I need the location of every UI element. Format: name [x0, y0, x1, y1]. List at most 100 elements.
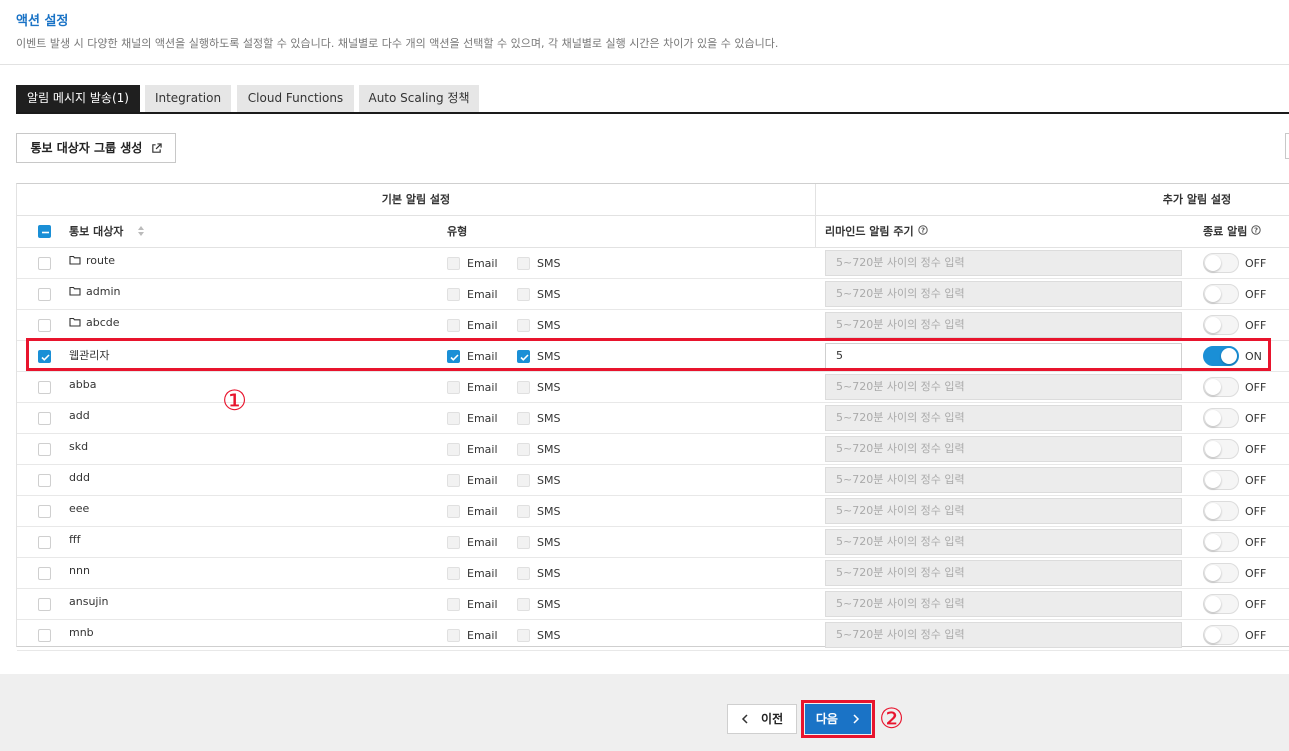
svg-text:?: ? — [1254, 227, 1258, 235]
row-checkbox[interactable] — [38, 257, 51, 270]
previous-label: 이전 — [761, 712, 784, 726]
reminder-interval-input[interactable]: 5~720분 사이의 정수 입력 — [825, 374, 1182, 400]
table-row: fff Email SMS 5~720분 사이의 정수 입력 OFF — [17, 527, 1289, 558]
email-checkbox[interactable] — [447, 505, 460, 518]
chevron-left-icon — [741, 714, 748, 724]
email-checkbox[interactable] — [447, 381, 460, 394]
row-checkbox[interactable] — [38, 412, 51, 425]
row-checkbox[interactable] — [38, 567, 51, 580]
help-icon[interactable]: ? — [917, 225, 928, 235]
email-checkbox[interactable] — [447, 288, 460, 301]
recipient-name-text: abcde — [86, 316, 120, 329]
help-icon[interactable]: ? — [1251, 225, 1262, 235]
page-header: 액션 설정 이벤트 발생 시 다양한 채널의 액션을 실행하도록 설정할 수 있… — [0, 0, 1289, 65]
sms-checkbox[interactable] — [517, 319, 530, 332]
reminder-interval-input[interactable]: 5~720분 사이의 정수 입력 — [825, 591, 1182, 617]
reminder-interval-input[interactable]: 5~720분 사이의 정수 입력 — [825, 560, 1182, 586]
reminder-interval-input[interactable]: 5~720분 사이의 정수 입력 — [825, 467, 1182, 493]
sort-icon[interactable] — [137, 225, 145, 237]
reminder-interval-input[interactable]: 5~720분 사이의 정수 입력 — [825, 436, 1182, 462]
annotation-marker-2: ② — [879, 702, 905, 735]
tab-alert-message[interactable]: 알림 메시지 발송(1) — [16, 85, 140, 112]
recipient-name-text: abba — [69, 378, 97, 391]
end-alert-toggle[interactable] — [1203, 439, 1239, 459]
end-alert-toggle[interactable] — [1203, 501, 1239, 521]
reminder-interval-input[interactable]: 5~720분 사이의 정수 입력 — [825, 622, 1182, 648]
end-alert-toggle[interactable] — [1203, 625, 1239, 645]
tab-auto-scaling[interactable]: Auto Scaling 정책 — [359, 85, 479, 112]
create-recipient-group-button[interactable]: 통보 대상자 그룹 생성 — [16, 133, 176, 163]
reminder-interval-input[interactable]: 5~720분 사이의 정수 입력 — [825, 498, 1182, 524]
end-alert-toggle[interactable] — [1203, 563, 1239, 583]
email-checkbox[interactable] — [447, 319, 460, 332]
row-checkbox[interactable] — [38, 536, 51, 549]
email-label: Email — [467, 598, 498, 611]
table-row: ddd Email SMS 5~720분 사이의 정수 입력 OFF — [17, 465, 1289, 496]
row-checkbox[interactable] — [38, 443, 51, 456]
end-alert-toggle[interactable] — [1203, 377, 1239, 397]
row-checkbox[interactable] — [38, 319, 51, 332]
email-checkbox[interactable] — [447, 598, 460, 611]
column-header-reminder: 리마인드 알림 주기? — [825, 216, 928, 247]
table-row: eee Email SMS 5~720분 사이의 정수 입력 OFF — [17, 496, 1289, 527]
row-checkbox[interactable] — [38, 474, 51, 487]
end-alert-toggle[interactable] — [1203, 532, 1239, 552]
row-checkbox[interactable] — [38, 598, 51, 611]
sms-checkbox[interactable] — [517, 474, 530, 487]
end-alert-toggle[interactable] — [1203, 284, 1239, 304]
sms-checkbox[interactable] — [517, 288, 530, 301]
select-all-checkbox[interactable] — [38, 225, 51, 238]
recipient-name: admin — [69, 285, 120, 298]
reminder-interval-input[interactable]: 5~720분 사이의 정수 입력 — [825, 405, 1182, 431]
table-row: route Email SMS 5~720분 사이의 정수 입력 OFF — [17, 248, 1289, 279]
end-alert-toggle[interactable] — [1203, 253, 1239, 273]
sms-checkbox[interactable] — [517, 443, 530, 456]
sms-checkbox[interactable] — [517, 257, 530, 270]
email-checkbox[interactable] — [447, 567, 460, 580]
recipient-name: fff — [69, 533, 80, 546]
row-checkbox[interactable] — [38, 288, 51, 301]
end-alert-toggle[interactable] — [1203, 315, 1239, 335]
table-row: admin Email SMS 5~720분 사이의 정수 입력 OFF — [17, 279, 1289, 310]
edge-button[interactable] — [1285, 133, 1289, 159]
sms-checkbox[interactable] — [517, 536, 530, 549]
sms-checkbox[interactable] — [517, 505, 530, 518]
end-alert-toggle[interactable] — [1203, 470, 1239, 490]
row-checkbox[interactable] — [38, 629, 51, 642]
table-row: mnb Email SMS 5~720분 사이의 정수 입력 OFF — [17, 620, 1289, 651]
toggle-knob — [1205, 503, 1221, 519]
email-checkbox[interactable] — [447, 474, 460, 487]
reminder-interval-input[interactable]: 5~720분 사이의 정수 입력 — [825, 312, 1182, 338]
create-recipient-group-label: 통보 대상자 그룹 생성 — [30, 141, 143, 155]
row-checkbox[interactable] — [38, 505, 51, 518]
email-label: Email — [467, 319, 498, 332]
email-label: Email — [467, 629, 498, 642]
reminder-interval-input[interactable]: 5~720분 사이의 정수 입력 — [825, 281, 1182, 307]
sms-checkbox[interactable] — [517, 381, 530, 394]
sms-checkbox[interactable] — [517, 567, 530, 580]
toggle-knob — [1205, 534, 1221, 550]
email-checkbox[interactable] — [447, 629, 460, 642]
row-checkbox[interactable] — [38, 381, 51, 394]
previous-button[interactable]: 이전 — [727, 704, 797, 734]
reminder-interval-input[interactable]: 5~720분 사이의 정수 입력 — [825, 529, 1182, 555]
sms-checkbox[interactable] — [517, 598, 530, 611]
recipient-name-text: nnn — [69, 564, 90, 577]
email-checkbox[interactable] — [447, 412, 460, 425]
footer-bar — [0, 674, 1289, 751]
tab-integration[interactable]: Integration — [145, 85, 231, 112]
email-checkbox[interactable] — [447, 443, 460, 456]
email-label: Email — [467, 443, 498, 456]
end-alert-toggle[interactable] — [1203, 408, 1239, 428]
end-alert-toggle[interactable] — [1203, 594, 1239, 614]
toggle-knob — [1205, 286, 1221, 302]
email-checkbox[interactable] — [447, 257, 460, 270]
sms-checkbox[interactable] — [517, 629, 530, 642]
tab-cloud-functions[interactable]: Cloud Functions — [237, 85, 354, 112]
reminder-interval-input[interactable]: 5~720분 사이의 정수 입력 — [825, 250, 1182, 276]
group-header-basic: 기본 알림 설정 — [381, 193, 451, 206]
sms-checkbox[interactable] — [517, 412, 530, 425]
table-row: skd Email SMS 5~720분 사이의 정수 입력 OFF — [17, 434, 1289, 465]
email-checkbox[interactable] — [447, 536, 460, 549]
recipient-name-text: mnb — [69, 626, 94, 639]
